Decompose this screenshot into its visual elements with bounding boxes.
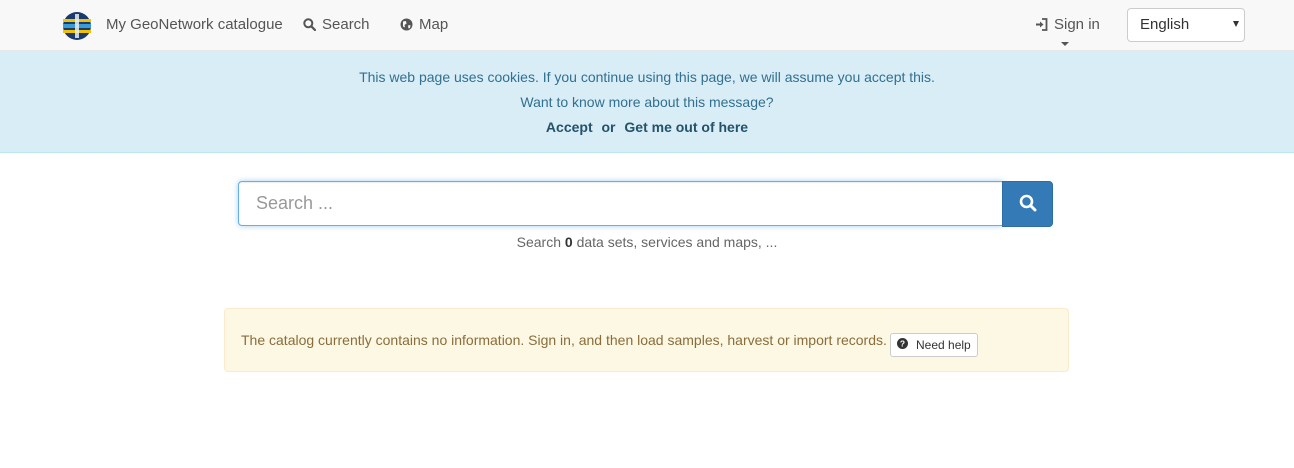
search-record-count: Search 0 data sets, services and maps, .… [0, 234, 1294, 250]
cookie-banner: This web page uses cookies. If you conti… [0, 51, 1294, 153]
brand-label: My GeoNetwork catalogue [106, 16, 283, 33]
nav-map-link[interactable]: Map [400, 16, 448, 33]
cookie-actions: Accept or Get me out of here [0, 119, 1294, 135]
count-suffix: data sets, services and maps, ... [576, 234, 778, 250]
search-button[interactable] [1002, 181, 1053, 227]
signin-label: Sign in [1054, 16, 1100, 33]
search-icon [303, 18, 316, 31]
cookie-or-text: or [601, 119, 616, 135]
signin-link[interactable]: Sign in [1035, 16, 1100, 33]
brand-link[interactable]: My GeoNetwork catalogue [106, 16, 283, 33]
svg-text:?: ? [900, 339, 905, 349]
nav-map-label: Map [419, 16, 449, 33]
record-count: 0 [564, 234, 573, 250]
cookie-accept-link[interactable]: Accept [546, 119, 593, 135]
globe-icon [400, 18, 413, 31]
cookie-decline-link[interactable]: Get me out of here [624, 119, 748, 135]
search-icon [1019, 194, 1037, 215]
language-value: English [1140, 16, 1190, 33]
alert-message: The catalog currently contains no inform… [241, 332, 887, 348]
cookie-more-link[interactable]: Want to know more about this message? [0, 94, 1294, 110]
top-navbar: My GeoNetwork catalogue Search Map Sign … [0, 0, 1294, 51]
cookie-message: This web page uses cookies. If you conti… [359, 69, 935, 85]
chevron-down-icon[interactable] [1061, 42, 1069, 46]
sign-in-icon [1035, 18, 1048, 31]
empty-catalog-alert: The catalog currently contains no inform… [224, 308, 1069, 372]
geonetwork-logo-icon[interactable] [62, 11, 92, 41]
language-select[interactable]: English [1127, 8, 1245, 42]
dropdown-arrow-icon [1233, 21, 1239, 27]
nav-search-label: Search [322, 16, 370, 33]
question-circle-icon: ? [897, 338, 908, 352]
need-help-label: Need help [916, 338, 971, 352]
count-prefix: Search [516, 234, 561, 250]
search-input[interactable] [238, 181, 1003, 226]
nav-search-link[interactable]: Search [303, 16, 370, 33]
need-help-button[interactable]: ? Need help [890, 333, 978, 357]
